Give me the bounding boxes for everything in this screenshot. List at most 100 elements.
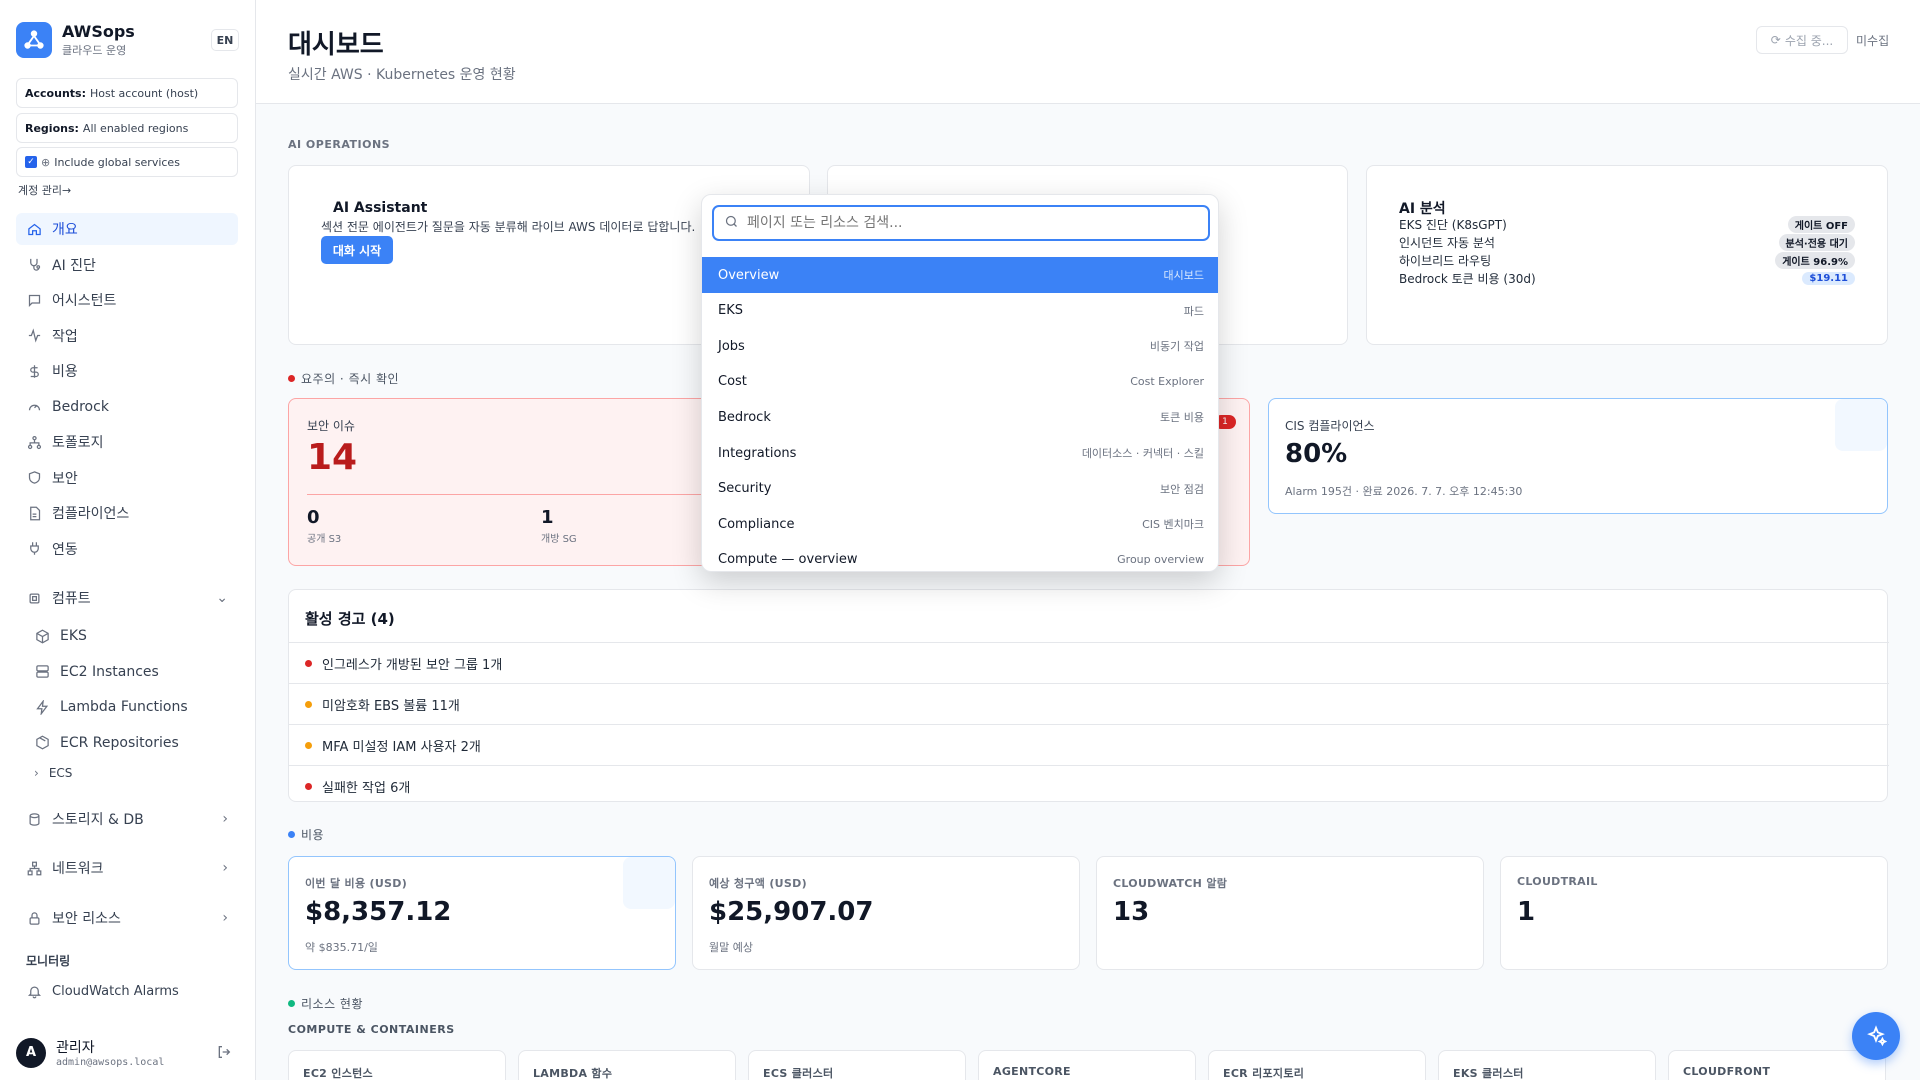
sidebar-item-4[interactable]: 비용: [16, 355, 238, 387]
collect-button[interactable]: ⟳ 수집 중...: [1756, 26, 1848, 54]
sidebar-item-1[interactable]: AI 진단: [16, 249, 238, 281]
alert-row[interactable]: 미암호화 EBS 볼륨 11개: [305, 695, 1873, 714]
nav-group-ecs[interactable]: › ECS: [26, 758, 238, 788]
palette-item-label: Jobs: [718, 338, 745, 354]
palette-item[interactable]: Integrations 데이터소스 · 커넥터 · 스킬: [702, 435, 1218, 471]
accounts-selector[interactable]: Accounts: Host account (host): [16, 78, 238, 108]
accounts-value: Host account (host): [89, 86, 199, 100]
public-s3-stat: 0 공개 S3: [307, 507, 341, 545]
nav-group-storage[interactable]: 스토리지 & DB ›: [16, 803, 238, 835]
cpu-icon: [26, 590, 42, 606]
palette-item[interactable]: Overview 대시보드: [702, 257, 1218, 293]
palette-item[interactable]: EKS 파드: [702, 293, 1218, 329]
start-chat-button[interactable]: 대화 시작: [321, 236, 393, 264]
sidebar-item-label: 비용: [52, 364, 78, 380]
sidebar-item-2[interactable]: 어시스턴트: [16, 284, 238, 316]
logout-icon[interactable]: [216, 1044, 232, 1064]
palette-search-input[interactable]: [747, 215, 1208, 231]
alert-row[interactable]: 실패한 작업 6개: [305, 777, 1873, 796]
cost-card-value: $8,357.12: [305, 897, 452, 927]
resource-card-label: ECS 클러스터: [763, 1067, 834, 1080]
sidebar-item-9[interactable]: 연동: [16, 533, 238, 565]
resource-card[interactable]: AGENTCORE: [978, 1050, 1196, 1080]
analysis-row-label: 인시던트 자동 분석: [1399, 236, 1495, 250]
stethoscope-icon: [26, 257, 42, 273]
server-icon: [34, 664, 50, 680]
public-s3-label: 공개 S3: [307, 534, 342, 545]
sidebar-subitem-compute-0[interactable]: EKS: [26, 621, 238, 651]
collect-label: 수집 중...: [1784, 33, 1834, 48]
active-alerts-panel: 활성 경고 (4) 인그레스가 개방된 보안 그룹 1개미암호화 EBS 볼륨 …: [288, 589, 1889, 802]
cost-card[interactable]: CLOUDWATCH 알람 13: [1096, 856, 1484, 970]
regions-selector[interactable]: Regions: All enabled regions: [16, 113, 238, 143]
accounts-key: Accounts:: [25, 86, 86, 100]
ai-chat-fab[interactable]: [1852, 1012, 1900, 1060]
sidebar-item-label: 컴플라이언스: [52, 506, 130, 522]
nav-cloudwatch-alarms[interactable]: CloudWatch Alarms: [16, 975, 238, 1007]
divider: [289, 683, 1889, 684]
alert-row[interactable]: 인그레스가 개방된 보안 그룹 1개: [305, 654, 1873, 673]
attention-section-label: 요주의 · 즉시 확인: [288, 370, 399, 387]
cost-card[interactable]: CLOUDTRAIL 1: [1500, 856, 1888, 970]
alert-text: MFA 미설정 IAM 사용자 2개: [322, 740, 481, 755]
nav-ecs-label: ECS: [48, 766, 73, 780]
brand[interactable]: AWSops 클라우드 운영: [16, 22, 135, 58]
sidebar-subitem-label: EKS: [60, 628, 87, 644]
sidebar-subitem-compute-2[interactable]: Lambda Functions: [26, 692, 238, 722]
resource-card[interactable]: LAMBDA 함수: [518, 1050, 736, 1080]
monitoring-section-label: 모니터링: [26, 954, 71, 968]
resource-card[interactable]: ECS 클러스터: [748, 1050, 966, 1080]
palette-search-field[interactable]: [712, 205, 1210, 241]
brand-subtitle: 클라우드 운영: [62, 44, 127, 57]
network-icon: [26, 860, 42, 876]
cis-compliance-card[interactable]: CIS 컴플라이언스 80% Alarm 195건 · 완료 2026. 7. …: [1268, 398, 1888, 514]
checkbox-checked-icon[interactable]: ✓: [25, 156, 37, 168]
nav-group-network[interactable]: 네트워크 ›: [16, 852, 238, 884]
global-services-toggle[interactable]: ✓ ⊕ Include global services: [16, 147, 238, 177]
sidebar-subitem-compute-3[interactable]: ECR Repositories: [26, 728, 238, 758]
sidebar-item-5[interactable]: Bedrock: [16, 391, 238, 423]
analysis-row: 인시던트 자동 분석 분석·전용 대기: [1399, 234, 1855, 251]
ai-assistant-description: 섹션 전문 에이전트가 질문을 자동 분류해 라이브 AWS 데이터로 답합니다…: [321, 220, 696, 234]
user-profile[interactable]: A 관리자 admin@awsops.local: [16, 1037, 164, 1068]
palette-item[interactable]: Jobs 비동기 작업: [702, 328, 1218, 364]
resource-card[interactable]: CLOUDFRONT: [1668, 1050, 1886, 1080]
sidebar-item-label: 연동: [52, 541, 78, 558]
resource-card[interactable]: ECR 리포지토리: [1208, 1050, 1426, 1080]
sidebar-item-6[interactable]: 토폴로지: [16, 426, 238, 458]
cost-card[interactable]: 예상 청구액 (USD) $25,907.07 월말 예상: [692, 856, 1080, 970]
sidebar-item-8[interactable]: 컴플라이언스: [16, 497, 238, 529]
account-management-link[interactable]: 계정 관리→: [18, 182, 71, 198]
compute-containers-label: COMPUTE & CONTAINERS: [288, 1023, 455, 1036]
alert-severity-dot: [305, 783, 312, 790]
alert-row[interactable]: MFA 미설정 IAM 사용자 2개: [305, 736, 1873, 755]
document-icon: [26, 505, 42, 521]
palette-item[interactable]: Compute — overview Group overview: [702, 542, 1218, 571]
nav-group-security-resources[interactable]: 보안 리소스 ›: [16, 902, 238, 934]
sidebar-subitem-compute-1[interactable]: EC2 Instances: [26, 657, 238, 687]
palette-item[interactable]: Bedrock 토큰 비용: [702, 399, 1218, 435]
sidebar-item-7[interactable]: 보안: [16, 462, 238, 494]
palette-item[interactable]: Cost Cost Explorer: [702, 364, 1218, 400]
resource-card-label: ECR 리포지토리: [1223, 1067, 1305, 1080]
sidebar-item-0[interactable]: 개요: [16, 213, 238, 245]
command-palette: Overview 대시보드 EKS 파드 Jobs 비동기 작업 Cost Cost Expl…: [701, 194, 1219, 572]
analysis-row-label: EKS 진단 (K8sGPT): [1399, 218, 1507, 232]
palette-item-hint: 파드: [1183, 304, 1204, 318]
language-toggle[interactable]: EN: [211, 29, 239, 51]
page-header: 대시보드 실시간 AWS · Kubernetes 운영 현황 ⟳ 수집 중..…: [256, 0, 1920, 104]
analysis-row-label: Bedrock 토큰 비용 (30d): [1399, 272, 1536, 286]
palette-item[interactable]: Compliance CIS 벤치마크: [702, 506, 1218, 542]
security-issues-title: 보안 이슈: [307, 419, 355, 433]
nav-group-compute[interactable]: 컴퓨트 ⌄: [16, 582, 238, 614]
active-alerts-title: 활성 경고 (4): [305, 610, 395, 628]
sidebar-item-3[interactable]: 작업: [16, 320, 238, 352]
resource-card[interactable]: EC2 인스턴스: [288, 1050, 506, 1080]
resources-section-label: 리소스 현황: [288, 995, 363, 1012]
sidebar: AWSops 클라우드 운영 EN Accounts: Host account…: [0, 0, 256, 1080]
resource-card[interactable]: EKS 클러스터: [1438, 1050, 1656, 1080]
cost-card[interactable]: 이번 달 비용 (USD) $8,357.12 약 $835.71/일: [288, 856, 676, 970]
plug-icon: [26, 541, 42, 557]
ai-analysis-title: AI 분석: [1399, 201, 1446, 217]
palette-item[interactable]: Security 보안 점검: [702, 471, 1218, 507]
